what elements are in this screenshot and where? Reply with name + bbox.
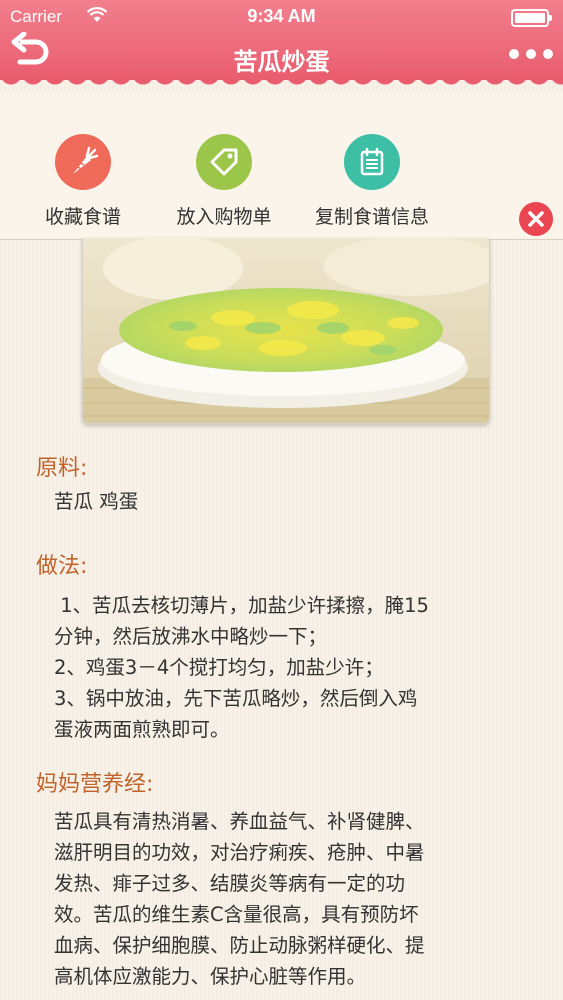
method-line: 蛋液两面煎熟即可。	[54, 718, 230, 741]
more-dot-icon	[509, 49, 519, 59]
nutrition-text: 苦瓜具有清热消暑、养血益气、补肾健脾、 滋肝明目的功效，对治疗痢疾、疮肿、中暑 …	[54, 806, 534, 992]
favorite-recipe-button[interactable]: 收藏食谱	[38, 134, 128, 229]
nutrition-line: 效。苦瓜的维生素C含量很高，具有预防坏	[54, 903, 419, 926]
carrot-icon	[55, 134, 111, 190]
method-line: 3、锅中放油，先下苦瓜略炒，然后倒入鸡	[54, 687, 418, 710]
dish-photo	[82, 238, 490, 424]
page-title: 苦瓜炒蛋	[233, 48, 330, 76]
add-to-shopping-list-button[interactable]: 放入购物单	[168, 134, 280, 229]
method-line: 1、苦瓜去核切薄片，加盐少许揉擦，腌15	[54, 594, 429, 617]
more-dot-icon	[543, 49, 553, 59]
tag-icon	[196, 134, 252, 190]
battery-icon	[511, 9, 552, 27]
method-title: 做法:	[36, 554, 88, 579]
clipboard-icon	[344, 134, 400, 190]
header-scallop-edge	[0, 74, 563, 92]
add-to-shopping-list-label: 放入购物单	[176, 206, 272, 228]
close-button[interactable]	[519, 202, 553, 236]
action-bar: 收藏食谱 放入购物单 复制食谱信息	[0, 92, 563, 240]
method-line: 分钟，然后放沸水中略炒一下；	[54, 625, 328, 648]
method-line: 2、鸡蛋3－4个搅打均匀，加盐少许；	[54, 656, 384, 679]
nutrition-title: 妈妈营养经:	[36, 772, 154, 797]
nav-header: Carrier 9:34 AM 苦瓜炒蛋	[0, 0, 563, 80]
ingredients-text: 苦瓜 鸡蛋	[54, 490, 139, 513]
method-text: 1、苦瓜去核切薄片，加盐少许揉擦，腌15 分钟，然后放沸水中略炒一下； 2、鸡蛋…	[54, 590, 534, 745]
nutrition-line: 高机体应激能力、保护心脏等作用。	[54, 965, 367, 988]
favorite-recipe-label: 收藏食谱	[44, 206, 121, 228]
close-icon	[528, 211, 544, 227]
more-button[interactable]	[509, 44, 553, 64]
nutrition-line: 发热、痱子过多、结膜炎等病有一定的功	[54, 872, 406, 895]
copy-recipe-info-button[interactable]: 复制食谱信息	[308, 134, 436, 229]
copy-recipe-info-label: 复制食谱信息	[314, 206, 429, 228]
nutrition-line: 苦瓜具有清热消暑、养血益气、补肾健脾、	[54, 810, 425, 833]
nutrition-line: 滋肝明目的功效，对治疗痢疾、疮肿、中暑	[54, 841, 425, 864]
status-bar: Carrier 9:34 AM	[0, 0, 563, 36]
status-time: 9:34 AM	[247, 6, 316, 26]
more-dot-icon	[526, 49, 536, 59]
ingredients-title: 原料:	[36, 456, 88, 481]
nutrition-line: 血病、保护细胞膜、防止动脉粥样硬化、提	[54, 934, 425, 957]
